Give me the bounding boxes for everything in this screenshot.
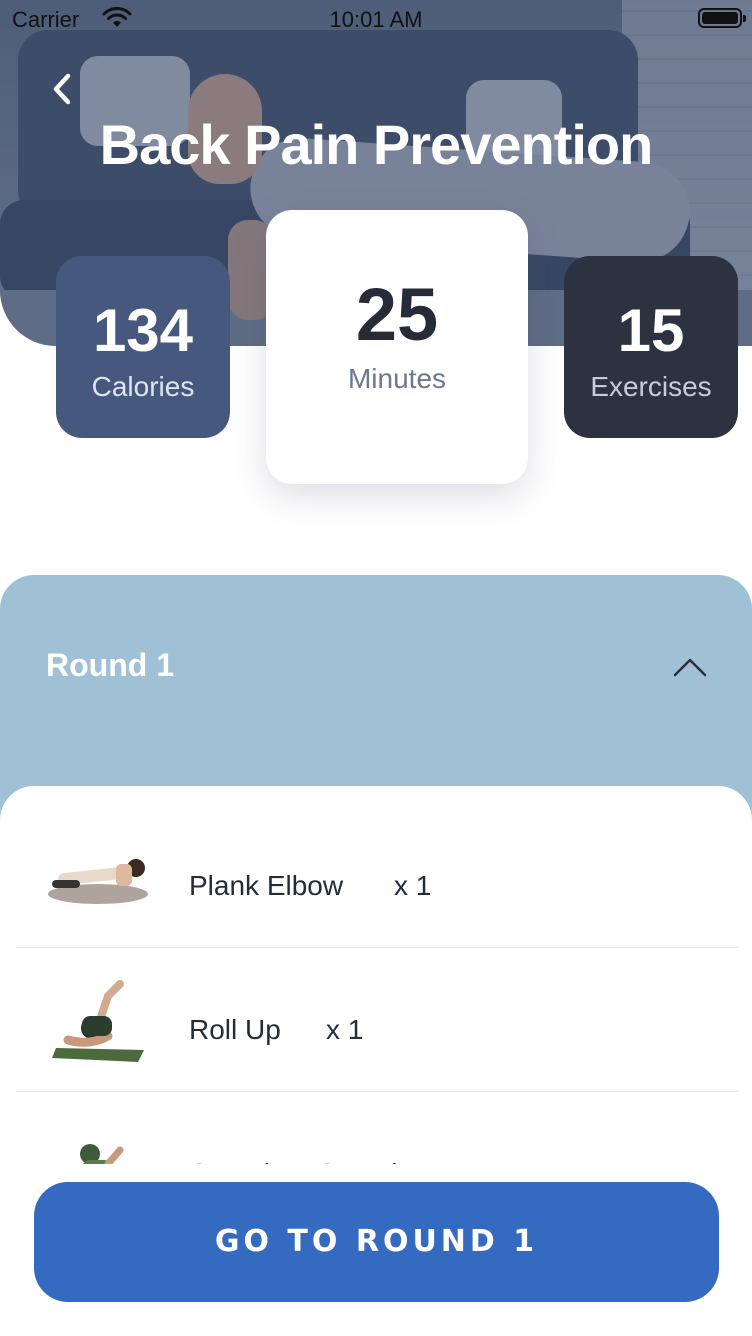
round-title: Round 1 [46,647,174,683]
exercise-name: Plank Elbow [189,870,344,901]
exercise-count: x 1 [394,870,432,901]
exercises-value: 15 [617,297,685,364]
chevron-up-icon[interactable] [672,655,708,679]
go-to-round-button[interactable]: GO TO ROUND 1 [34,1182,719,1302]
calories-label: Calories [91,371,195,402]
exercises-label: Exercises [590,371,712,402]
exercise-count: x 1 [326,1014,364,1045]
status-bar: Carrier 10:01 AM [0,0,752,40]
status-time: 10:01 AM [329,7,423,32]
minutes-value: 25 [355,273,439,356]
roll-up-thumbnail [52,980,144,1062]
calories-value: 134 [92,297,194,364]
minutes-label: Minutes [347,363,447,394]
minutes-card: 25 Minutes [266,210,528,484]
back-button[interactable] [40,66,84,110]
calories-card: 134 Calories [56,256,230,438]
chevron-left-icon [53,73,71,105]
battery-icon [698,8,746,28]
plank-elbow-thumbnail [48,859,148,904]
page-title: Back Pain Prevention [99,113,654,176]
exercise-name: Roll Up [189,1014,281,1045]
exercises-card: 15 Exercises [564,256,738,438]
cta-container: GO TO ROUND 1 [0,1164,752,1336]
exercise-list: Plank Elbow x 1 Roll Up x 1 Complete Cru… [0,786,752,1206]
exercise-row[interactable]: Roll Up x 1 [16,948,738,1092]
exercise-row[interactable]: Plank Elbow x 1 [16,804,738,948]
